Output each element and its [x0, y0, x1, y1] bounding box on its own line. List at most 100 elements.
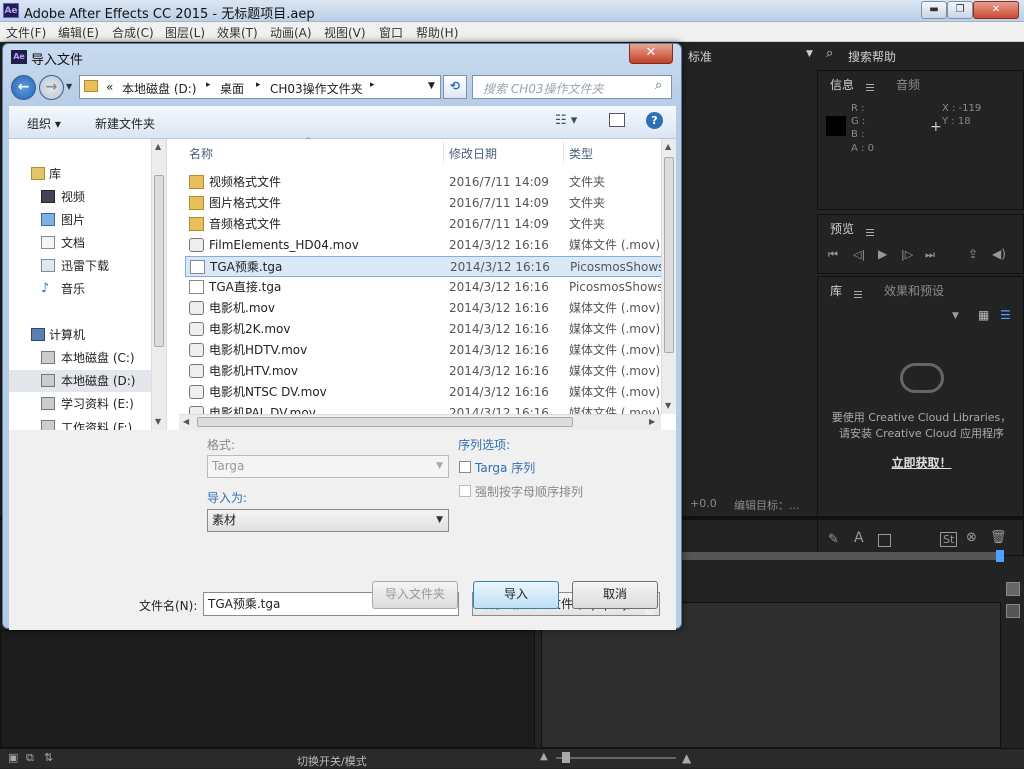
transfer-controls-icon[interactable]: ⧉ [26, 751, 34, 765]
file-row[interactable]: 音频格式文件 2016/7/11 14:09 文件夹 [185, 214, 663, 235]
zoom-out-icon[interactable]: ▲ [540, 751, 548, 762]
scroll-left-icon[interactable]: ◀ [183, 417, 189, 426]
nav-documents[interactable]: 文档 [9, 232, 149, 254]
help-icon[interactable]: ? [646, 112, 663, 129]
nav-xunlei[interactable]: 迅雷下载 [9, 255, 149, 277]
layer-switches-icon[interactable]: ▣ [8, 751, 18, 764]
nav-disk-d[interactable]: 本地磁盘 (D:) [9, 370, 155, 392]
new-folder-button[interactable]: 新建文件夹 [95, 115, 155, 132]
workspace-label[interactable]: 标准 [688, 48, 712, 65]
search-icon[interactable]: ⌕ [655, 78, 662, 93]
column-type[interactable]: 类型 [569, 145, 593, 162]
column-name[interactable]: 名称 [189, 145, 213, 162]
scroll-down-icon[interactable]: ▼ [155, 417, 161, 426]
zoom-in-icon[interactable]: ▲ [682, 751, 691, 765]
breadcrumb-sep-icon[interactable]: ▸ [370, 80, 375, 90]
menu-window[interactable]: 窗口 [379, 24, 403, 41]
zoom-slider-thumb[interactable] [562, 752, 570, 763]
scroll-up-icon[interactable]: ▲ [665, 142, 671, 151]
tab-effects-presets[interactable]: 效果和预设 [884, 282, 944, 299]
loop-icon[interactable]: ⇪ [968, 247, 978, 261]
list-view-icon[interactable]: ☰ [1000, 308, 1011, 322]
timeline-zoom-icon[interactable] [1006, 604, 1020, 618]
address-bar[interactable]: « 本地磁盘 (D:) ▸ 桌面 ▸ CH03操作文件夹 ▸ ▼ [79, 75, 441, 99]
menu-edit[interactable]: 编辑(E) [58, 24, 99, 41]
menu-layer[interactable]: 图层(L) [165, 24, 205, 41]
breadcrumb-sep-icon[interactable]: ▸ [256, 80, 261, 90]
scroll-up-icon[interactable]: ▲ [155, 142, 161, 151]
nav-disk-c[interactable]: 本地磁盘 (C:) [9, 347, 149, 369]
zoom-slider-track[interactable] [556, 757, 676, 759]
file-row[interactable]: 图片格式文件 2016/7/11 14:09 文件夹 [185, 193, 663, 214]
library-sync-icon[interactable]: ⊗ [966, 530, 977, 545]
nav-computer[interactable]: 计算机 [9, 324, 149, 346]
tab-preview[interactable]: 预览 [830, 220, 854, 237]
nav-scroll-thumb[interactable] [154, 175, 164, 347]
address-dropdown-icon[interactable]: ▼ [428, 81, 435, 91]
import-button[interactable]: 导入 [473, 581, 559, 609]
nav-scrollbar[interactable]: ▲ ▼ [151, 139, 166, 430]
stretch-icon[interactable]: ⇅ [44, 751, 53, 764]
breadcrumb-disk-d[interactable]: 本地磁盘 (D:) [122, 80, 196, 97]
list-vscrollbar[interactable]: ▲ ▼ [661, 139, 676, 414]
library-graphic-icon[interactable]: ✎ [828, 532, 839, 547]
file-row[interactable]: 电影机HDTV.mov 2014/3/12 16:16 媒体文件 (.mov) [185, 340, 663, 361]
nav-disk-e[interactable]: 学习资料 (E:) [9, 393, 149, 415]
last-frame-icon[interactable]: ⏭ [925, 248, 935, 262]
library-menu-icon[interactable] [854, 291, 862, 298]
tab-info[interactable]: 信息 [830, 76, 854, 93]
file-row[interactable]: TGA直接.tga 2014/3/12 16:16 PicosmosShows [185, 277, 663, 298]
audio-icon[interactable]: ◀) [992, 247, 1006, 261]
back-button[interactable]: ← [11, 75, 36, 100]
forward-button[interactable]: → [39, 75, 64, 100]
menu-file[interactable]: 文件(F) [6, 24, 46, 41]
cancel-button[interactable]: 取消 [572, 581, 658, 609]
file-row[interactable]: 电影机.mov 2014/3/12 16:16 媒体文件 (.mov) [185, 298, 663, 319]
organize-button[interactable]: 组织 ▾ [27, 115, 61, 132]
targa-sequence-checkbox[interactable] [459, 461, 471, 473]
file-row[interactable]: 电影机PAL DV.mov 2014/3/12 16:16 媒体文件 (.mov) [185, 403, 663, 414]
toggle-switches-modes[interactable]: 切换开关/模式 [297, 753, 367, 769]
library-stock-icon[interactable]: St [940, 532, 958, 547]
preview-pane-icon[interactable] [609, 113, 625, 127]
app-close-button[interactable]: ✕ [973, 1, 1019, 19]
preview-menu-icon[interactable] [866, 229, 874, 236]
play-icon[interactable]: ▶ [878, 247, 887, 261]
maximize-button[interactable]: ❐ [947, 1, 973, 19]
menu-help[interactable]: 帮助(H) [416, 24, 458, 41]
targa-sequence-label[interactable]: Targa 序列 [475, 459, 535, 476]
column-date[interactable]: 修改日期 [449, 145, 497, 162]
import-folder-button[interactable]: 导入文件夹 [372, 581, 458, 609]
trash-icon[interactable]: 🗑 [990, 530, 1007, 545]
file-row[interactable]: 电影机NTSC DV.mov 2014/3/12 16:16 媒体文件 (.mov) [185, 382, 663, 403]
menu-composition[interactable]: 合成(C) [112, 24, 154, 41]
tab-library[interactable]: 库 [830, 282, 842, 299]
menu-animation[interactable]: 动画(A) [270, 24, 312, 41]
timeline-nav-icon[interactable] [1006, 582, 1020, 596]
file-row[interactable]: FilmElements_HD04.mov 2014/3/12 16:16 媒体文件… [185, 235, 663, 256]
next-frame-icon[interactable]: |▷ [901, 248, 913, 261]
nav-pictures[interactable]: 图片 [9, 209, 149, 231]
search-icon[interactable]: ⌕ [826, 46, 833, 61]
tab-audio[interactable]: 音频 [896, 76, 920, 93]
list-scroll-thumb[interactable] [664, 157, 674, 353]
timeline-work-area[interactable] [680, 552, 1000, 560]
breadcrumb-desktop[interactable]: 桌面 [220, 80, 244, 97]
nav-video[interactable]: 视频 [9, 186, 149, 208]
history-dropdown-icon[interactable]: ▼ [66, 82, 72, 91]
nav-disk-f[interactable]: 工作资料 (F:) [9, 416, 149, 430]
library-dropdown-icon[interactable]: ▼ [952, 311, 959, 321]
view-options-icon[interactable]: ☷ ▾ [555, 113, 577, 128]
file-row[interactable]: 电影机2K.mov 2014/3/12 16:16 媒体文件 (.mov) [185, 319, 663, 340]
render-target[interactable]: 编辑目标：... [734, 497, 800, 513]
workspace-dropdown-icon[interactable]: ▼ [806, 49, 813, 59]
grid-view-icon[interactable]: ▦ [978, 308, 989, 322]
list-hscrollbar[interactable]: ◀ ▶ [179, 414, 661, 430]
breadcrumb-sep-icon[interactable]: ▸ [206, 80, 211, 90]
file-row[interactable]: 电影机HTV.mov 2014/3/12 16:16 媒体文件 (.mov) [185, 361, 663, 382]
minimize-button[interactable]: ▬ [921, 1, 947, 19]
scroll-down-icon[interactable]: ▼ [665, 401, 671, 410]
nav-libraries[interactable]: 库 [9, 163, 149, 185]
first-frame-icon[interactable]: ⏮ [828, 248, 838, 262]
search-help-input[interactable]: 搜索帮助 [848, 48, 896, 65]
